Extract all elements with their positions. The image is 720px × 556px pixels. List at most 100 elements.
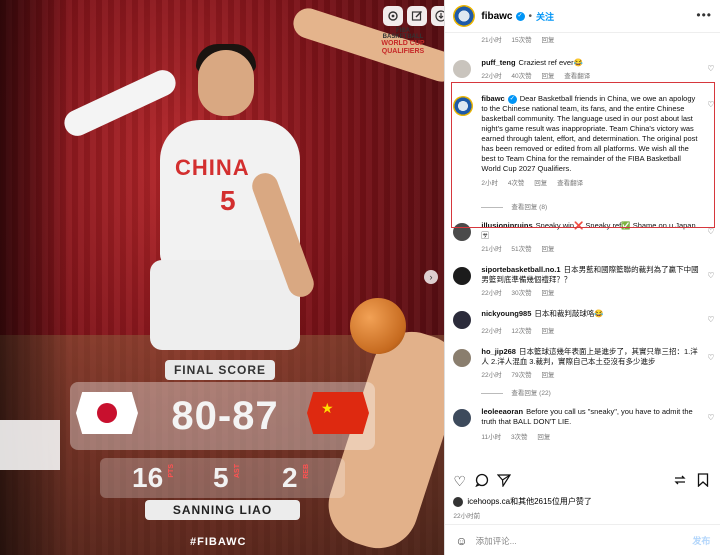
avatar[interactable] [453, 349, 472, 367]
heart-icon[interactable]: ♡ [707, 64, 714, 73]
heart-icon[interactable]: ♡ [707, 271, 714, 280]
heart-icon[interactable]: ♡ [707, 413, 714, 422]
comment-likes[interactable]: 40次赞 [511, 73, 531, 80]
comment-likes[interactable]: 30次赞 [511, 290, 531, 297]
stat-reb: 2 [282, 462, 298, 493]
header-username[interactable]: fibawc [481, 11, 512, 22]
separator-dot: • [528, 10, 533, 22]
comment-likes[interactable]: 51次赞 [511, 246, 531, 253]
avatar [453, 496, 464, 507]
comment-username[interactable]: leoleeaoran [481, 407, 523, 416]
comment-username[interactable]: siportebasketball.no.1 [481, 265, 560, 274]
heart-icon[interactable]: ♡ [707, 353, 714, 362]
comment-text: puff_teng Craziest ref ever😂 [481, 58, 702, 68]
lens-icon[interactable] [383, 6, 403, 26]
comment-meta: 21小时 51次赞 回复 [445, 243, 720, 253]
comment-meta: 22小时 79次赞 回复 [445, 369, 720, 379]
reply-link[interactable]: 回复 [541, 37, 554, 44]
heart-icon[interactable]: ♡ [707, 227, 714, 236]
comment-text: siportebasketball.no.1 日本男藍和國際籃聯的裁判為了贏下中國… [481, 265, 702, 285]
comment-input[interactable]: 添加评论... [476, 535, 693, 547]
post-button[interactable]: 发布 [692, 534, 710, 547]
comment-body: Craziest ref ever😂 [518, 58, 583, 67]
player-name: SANNING LIAO [145, 500, 300, 520]
hashtag: #FIBAWC [190, 536, 247, 548]
reply-link[interactable]: 回复 [541, 73, 554, 80]
comment-icon[interactable] [475, 473, 489, 490]
translate-link[interactable]: 查看翻译 [564, 73, 590, 80]
player-left-arm [60, 65, 180, 141]
comments-panel: fibawc ✓ • 关注 ••• 21小时 15次赞 回复 puff_teng… [444, 0, 720, 555]
courtside-banner [0, 420, 60, 470]
comment-time: 22小时 [481, 328, 502, 335]
comment-meta: 11小时 3次赞 回复 [445, 431, 720, 441]
bookmark-icon[interactable] [697, 473, 709, 490]
comment-body: 日本和裁判敲球咯😂 [534, 309, 604, 318]
comment-time: 11小时 [481, 434, 502, 441]
score: 80-87 [171, 394, 279, 438]
image-toolbar [383, 6, 445, 26]
stat-reb-label: REB [303, 464, 310, 479]
verified-icon: ✓ [515, 11, 525, 21]
comment-username[interactable]: ho_jip268 [481, 347, 516, 356]
post-header: fibawc ✓ • 关注 ••• [445, 0, 720, 33]
final-score-label: FINAL SCORE [165, 360, 275, 380]
avatar[interactable] [453, 267, 472, 285]
reply-link[interactable]: 回复 [537, 434, 550, 441]
carousel-next-icon[interactable]: › [424, 270, 438, 284]
comment-username[interactable]: puff_teng [481, 58, 515, 67]
post-image[interactable]: CHINA 5 FIBA BASKETBALL WORLD CUP QUALIF… [0, 0, 445, 555]
reply-link[interactable]: 回复 [541, 246, 554, 253]
stat-points: 16 [132, 462, 164, 493]
list-item: nickyoung985 日本和裁判敲球咯😂 ♡ [445, 309, 720, 329]
comment-meta: 22小时 12次赞 回复 [445, 325, 720, 335]
avatar[interactable] [453, 5, 476, 27]
player-shorts [150, 260, 300, 350]
comment-likes[interactable]: 12次赞 [511, 328, 531, 335]
avatar[interactable] [453, 409, 472, 427]
post-time: 22小时前 [453, 513, 481, 520]
comment-time: 22小时 [481, 73, 502, 80]
comment-time: 21小时 [481, 246, 502, 253]
comment-likes[interactable]: 79次赞 [511, 372, 531, 379]
add-comment-bar: ☺ 添加评论... 发布 [445, 524, 720, 556]
comment-time: 22小时 [481, 290, 502, 297]
reply-link[interactable]: 回复 [541, 290, 554, 297]
stat-ast: 5 [213, 462, 229, 493]
like-heart-icon[interactable]: ♡ [453, 473, 466, 490]
list-item: ho_jip268 日本籃球這幾年表面上是進步了，其實只靠三招：1.洋人 2.洋人… [445, 347, 720, 367]
likes-summary[interactable]: icehoops.ca和其他2615位用户赞了 [453, 496, 592, 507]
reply-link[interactable]: 回复 [541, 372, 554, 379]
view-replies-button[interactable]: 查看回复 (22) [445, 387, 720, 397]
jersey-number: 5 [220, 185, 236, 216]
comment-meta: 22小时 40次赞 回复 查看翻译 [445, 70, 720, 80]
heart-icon[interactable]: ♡ [707, 315, 714, 324]
list-item: siportebasketball.no.1 日本男藍和國際籃聯的裁判為了贏下中國… [445, 265, 720, 285]
comment-likes[interactable]: 3次赞 [511, 434, 528, 441]
highlight-box [451, 82, 716, 228]
logo-line3: QUALIFIERS [381, 48, 425, 55]
download-icon[interactable] [431, 6, 445, 26]
comment-time: 22小时 [481, 372, 502, 379]
emoji-icon[interactable]: ☺ [455, 534, 467, 548]
logo-line2: WORLD CUP [381, 40, 425, 47]
comment-likes[interactable]: 15次赞 [511, 37, 531, 44]
action-bar: ♡ [445, 470, 720, 492]
repost-icon[interactable] [673, 473, 687, 490]
more-options-icon[interactable]: ••• [696, 8, 712, 22]
reply-link[interactable]: 回复 [541, 328, 554, 335]
logo-line1: FIBA BASKETBALL [382, 28, 424, 40]
comment-text: leoleeaoran Before you call us "sneaky", … [481, 407, 702, 427]
player-head [198, 50, 254, 116]
scoreboard: FINAL SCORE 80-87 ★ 16 PTS 5 AST 2 REB S… [70, 360, 375, 520]
stat-ast-label: AST [234, 464, 241, 478]
list-item: puff_teng Craziest ref ever😂 ♡ [445, 58, 720, 78]
comment-meta: 22小时 30次赞 回复 [445, 287, 720, 297]
comment-list[interactable]: 21小时 15次赞 回复 puff_teng Craziest ref ever😂… [445, 32, 720, 465]
comment-username[interactable]: nickyoung985 [481, 309, 531, 318]
comment-meta: 21小时 15次赞 回复 [445, 34, 720, 44]
follow-button[interactable]: 关注 [536, 10, 554, 23]
edit-icon[interactable] [407, 6, 427, 26]
view-replies-label: 查看回复 (22) [511, 390, 551, 397]
share-icon[interactable] [497, 473, 512, 490]
